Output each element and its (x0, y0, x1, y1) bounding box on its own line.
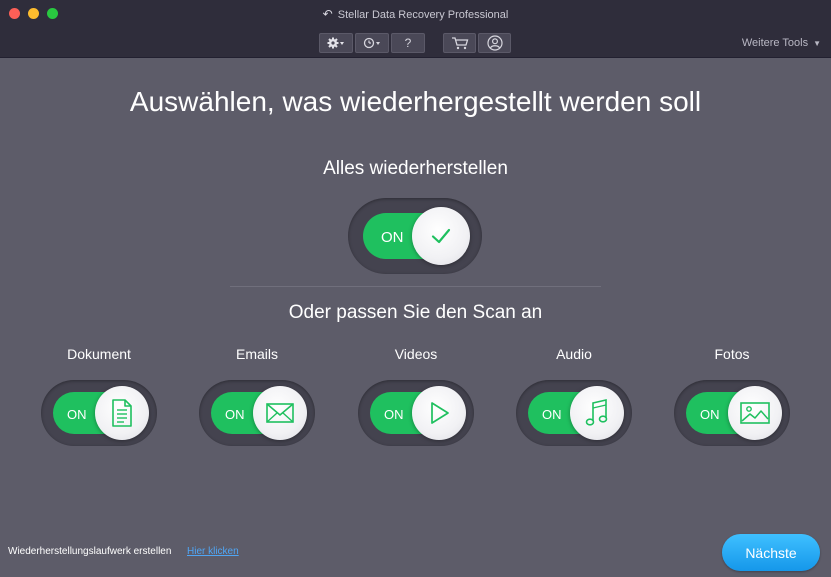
recover-all-toggle-state: ON (381, 229, 404, 246)
recover-all-toggle-knob[interactable] (412, 207, 470, 265)
help-icon: ? (404, 36, 412, 50)
recover-all-label: Alles wiederherstellen (323, 158, 508, 179)
toolbar-left-group: ? (319, 33, 425, 53)
cart-button[interactable] (443, 33, 476, 53)
videos-toggle-knob[interactable] (412, 386, 466, 440)
emails-toggle-knob[interactable] (253, 386, 307, 440)
customize-scan-label: Oder passen Sie den Scan an (288, 302, 543, 323)
category-document: Dokument ON (39, 340, 159, 450)
history-icon (363, 37, 380, 49)
toggle-state: ON (225, 407, 245, 422)
cart-icon (451, 37, 468, 50)
audio-toggle-knob[interactable] (570, 386, 624, 440)
category-emails: Emails ON (197, 340, 317, 450)
gear-icon (327, 37, 344, 49)
settings-button[interactable] (319, 33, 353, 53)
toggle-state: ON (542, 407, 562, 422)
category-videos: Videos ON (356, 340, 476, 450)
toggle-state: ON (67, 407, 87, 422)
category-photos: Fotos ON (672, 340, 792, 450)
next-button[interactable]: Nächste (722, 534, 820, 571)
toggle-state: ON (384, 407, 404, 422)
category-label: Fotos (714, 346, 750, 362)
document-toggle-knob[interactable] (95, 386, 149, 440)
category-label: Dokument (67, 346, 131, 362)
document-icon (112, 399, 132, 427)
category-label: Audio (556, 346, 592, 362)
email-icon (266, 403, 294, 423)
photos-toggle-knob[interactable] (728, 386, 782, 440)
section-divider (230, 286, 601, 287)
category-label: Emails (235, 346, 278, 362)
more-tools-menu[interactable]: Weitere Tools ▼ (742, 37, 821, 49)
page-title: Auswählen, was wiederhergestellt werden … (129, 86, 702, 117)
image-icon (740, 402, 770, 424)
toggle-state: ON (700, 407, 720, 422)
chevron-down-icon: ▼ (813, 39, 821, 48)
category-label: Videos (394, 346, 438, 362)
recovery-drive-link[interactable]: Hier klicken (187, 546, 239, 557)
help-button[interactable]: ? (391, 33, 425, 53)
more-tools-label: Weitere Tools (741, 37, 809, 49)
title-bar: ↶ Stellar Data Recovery Professional ? W… (0, 0, 831, 58)
music-note-icon (585, 398, 608, 426)
app-logo-icon: ↶ (322, 7, 333, 21)
user-icon (486, 35, 503, 51)
window-title-text: Stellar Data Recovery Professional (337, 9, 509, 21)
history-button[interactable] (355, 33, 389, 53)
recovery-drive-text: Wiederherstellungslaufwerk erstellen (8, 546, 172, 557)
checkmark-icon (431, 228, 451, 244)
account-button[interactable] (478, 33, 511, 53)
toolbar-right-group (443, 33, 511, 53)
category-audio: Audio ON (514, 340, 634, 450)
window-title: ↶ Stellar Data Recovery Professional (0, 7, 831, 21)
play-icon (431, 402, 449, 424)
